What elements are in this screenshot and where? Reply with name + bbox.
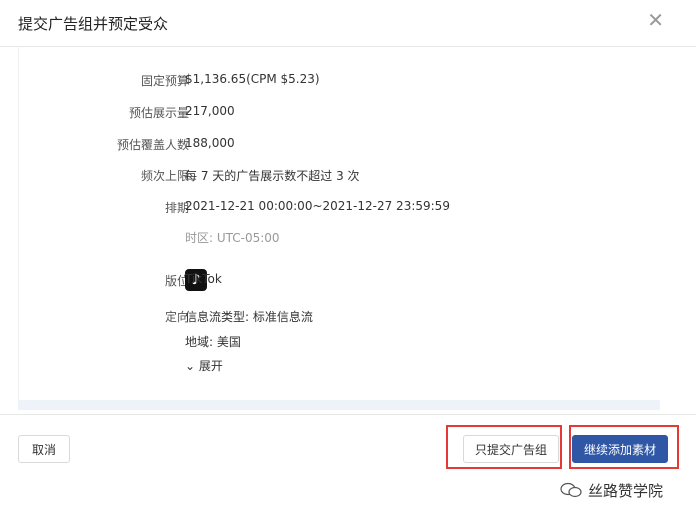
expand-row: ⌄ 展开 (19, 357, 679, 377)
dialog-body: 固定预算 $1,136.65(CPM $5.23) 预估展示量 217,000 … (18, 46, 679, 406)
submit-adgroup-only-button[interactable]: 只提交广告组 (463, 435, 559, 463)
schedule-row: 排期 2021-12-21 00:00:00~2021-12-27 23:59:… (19, 199, 679, 219)
placement-row: 版位 ♪ TikTok (19, 269, 679, 292)
dialog-header: 提交广告组并预定受众 ✕ (0, 0, 696, 47)
timezone-row: 时区: UTC-05:00 (19, 229, 679, 249)
schedule-value: 2021-12-21 00:00:00~2021-12-27 23:59:59 (185, 199, 450, 213)
content-divider-band (18, 400, 660, 410)
dialog-footer: 取消 只提交广告组 继续添加素材 (0, 414, 696, 525)
targeting-label: 定向 (164, 310, 189, 324)
budget-value: $1,136.65(CPM $5.23) (185, 72, 320, 86)
expand-label: 展开 (198, 359, 223, 373)
reach-row: 预估覆盖人数 188,000 (19, 136, 679, 156)
impressions-value: 217,000 (185, 104, 235, 118)
dialog-title: 提交广告组并预定受众 (18, 15, 169, 33)
frequency-label: 频次上限 (140, 169, 189, 183)
impressions-label: 预估展示量 (128, 106, 189, 120)
schedule-label: 排期 (164, 201, 189, 215)
cancel-button[interactable]: 取消 (18, 435, 70, 463)
wechat-icon (560, 482, 582, 498)
feed-type-value: 信息流类型: 标准信息流 (185, 310, 313, 324)
budget-row: 固定预算 $1,136.65(CPM $5.23) (19, 72, 679, 92)
watermark: 丝路赞学院 (560, 480, 663, 501)
frequency-row: 频次上限 每 7 天的广告展示数不超过 3 次 (19, 167, 679, 187)
frequency-value: 每 7 天的广告展示数不超过 3 次 (185, 169, 360, 183)
watermark-text: 丝路赞学院 (588, 482, 664, 500)
continue-add-creative-button[interactable]: 继续添加素材 (572, 435, 668, 463)
budget-label: 固定预算 (140, 74, 189, 88)
close-icon[interactable]: ✕ (647, 10, 664, 30)
reach-label: 预估覆盖人数 (116, 138, 189, 152)
expand-link[interactable]: ⌄ 展开 (185, 357, 223, 374)
submit-adgroup-dialog: 提交广告组并预定受众 ✕ 固定预算 $1,136.65(CPM $5.23) 预… (0, 0, 696, 524)
placement-value: TikTok (185, 272, 222, 286)
targeting-row: 定向 信息流类型: 标准信息流 (19, 308, 679, 328)
placement-label: 版位 (164, 274, 189, 288)
region-row: 地域: 美国 (19, 333, 679, 353)
chevron-down-icon: ⌄ (185, 359, 196, 373)
impressions-row: 预估展示量 217,000 (19, 104, 679, 124)
region-value: 地域: 美国 (185, 335, 241, 349)
reach-value: 188,000 (185, 136, 235, 150)
timezone-value: 时区: UTC-05:00 (185, 231, 280, 245)
